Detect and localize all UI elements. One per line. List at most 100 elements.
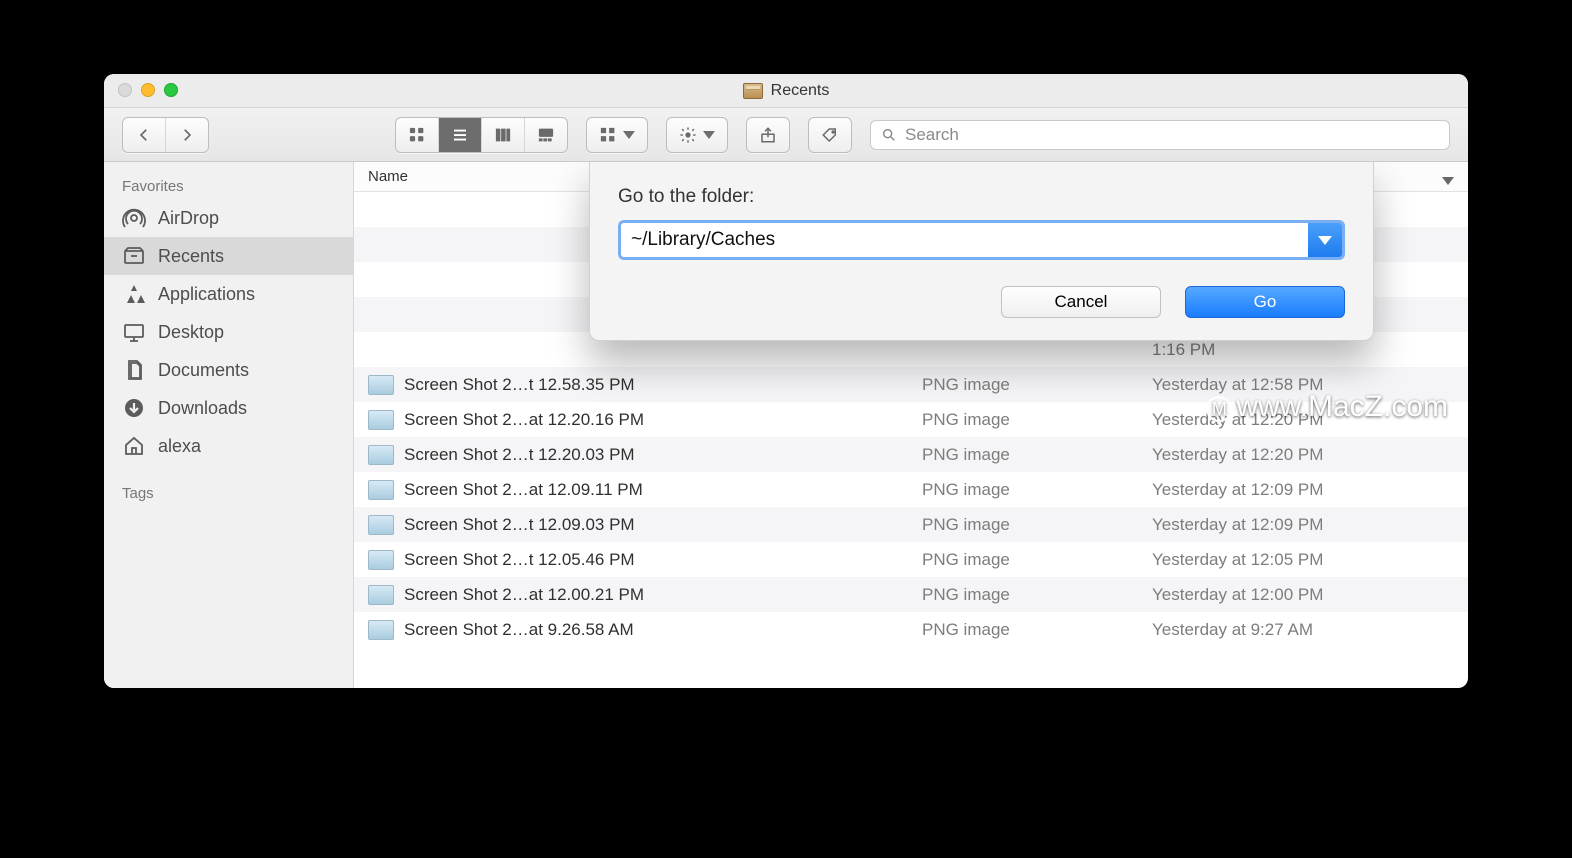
file-date-opened: Yesterday at 12:05 PM xyxy=(1138,550,1468,570)
table-row[interactable]: Screen Shot 2…t 12.09.03 PMPNG imageYest… xyxy=(354,507,1468,542)
file-name: Screen Shot 2…at 12.00.21 PM xyxy=(404,585,644,605)
sidebar-item-label: Desktop xyxy=(158,322,224,343)
folder-path-input[interactable] xyxy=(621,223,1308,257)
file-date-opened: Yesterday at 12:09 PM xyxy=(1138,515,1468,535)
file-date-opened: Yesterday at 9:27 AM xyxy=(1138,620,1468,640)
sidebar-item-applications[interactable]: Applications xyxy=(104,275,353,313)
file-date-opened: Yesterday at 12:58 PM xyxy=(1138,375,1468,395)
window-title: Recents xyxy=(771,82,830,100)
file-thumbnail-icon xyxy=(368,585,394,605)
file-kind: PNG image xyxy=(908,620,1138,640)
back-button[interactable] xyxy=(123,118,166,152)
icon-view-button[interactable] xyxy=(396,118,439,152)
folder-path-field xyxy=(618,220,1345,260)
section-favorites: Favorites xyxy=(104,172,353,199)
table-row[interactable]: Screen Shot 2…at 12.00.21 PM PNG imageYes… xyxy=(354,577,1468,612)
file-thumbnail-icon xyxy=(368,620,394,640)
documents-icon xyxy=(122,358,146,382)
go-button[interactable]: Go xyxy=(1185,286,1345,318)
action-menu xyxy=(666,117,728,153)
sheet-title: Go to the folder: xyxy=(618,186,1345,208)
file-kind: PNG image xyxy=(908,445,1138,465)
sidebar-item-label: Documents xyxy=(158,360,249,381)
sidebar-item-label: Recents xyxy=(158,246,224,267)
sidebar-item-label: Downloads xyxy=(158,398,247,419)
toolbar: Search xyxy=(104,108,1468,162)
chevron-down-icon xyxy=(623,131,635,139)
action-button[interactable] xyxy=(667,118,727,152)
file-list: Name Kind pened 2:31 PM2:10 PM1:43 PM1:2… xyxy=(354,162,1468,688)
file-date-opened: Yesterday at 12:09 PM xyxy=(1138,480,1468,500)
table-row[interactable]: Screen Shot 2…at 12.09.11 PMPNG imageYes… xyxy=(354,472,1468,507)
home-icon xyxy=(122,434,146,458)
file-thumbnail-icon xyxy=(368,515,394,535)
file-thumbnail-icon xyxy=(368,410,394,430)
sidebar-item-documents[interactable]: Documents xyxy=(104,351,353,389)
path-history-dropdown[interactable] xyxy=(1308,223,1342,257)
gallery-view-button[interactable] xyxy=(525,118,567,152)
window-controls xyxy=(118,83,178,97)
table-row[interactable]: Screen Shot 2…at 12.20.16 PM PNG imageYes… xyxy=(354,402,1468,437)
chevron-down-icon xyxy=(703,131,715,139)
nav-back-forward xyxy=(122,117,209,153)
sidebar-item-desktop[interactable]: Desktop xyxy=(104,313,353,351)
body: Favorites AirDrop Recents Applications Desk… xyxy=(104,162,1468,688)
airdrop-icon xyxy=(122,206,146,230)
file-name: Screen Shot 2…at 9.26.58 AM xyxy=(404,620,634,640)
sidebar: Favorites AirDrop Recents Applications Desk… xyxy=(104,162,354,688)
sort-descending-icon xyxy=(1442,177,1454,185)
file-name: Screen Shot 2…at 12.20.16 PM xyxy=(404,410,644,430)
minimize-button[interactable] xyxy=(141,83,155,97)
finder-window: Recents Search Favorites xyxy=(104,74,1468,688)
file-kind: PNG image xyxy=(908,550,1138,570)
file-kind: PNG image xyxy=(908,410,1138,430)
window-title-wrap: Recents xyxy=(743,82,830,100)
search-field[interactable]: Search xyxy=(870,120,1450,150)
file-thumbnail-icon xyxy=(368,480,394,500)
file-date-opened: Yesterday at 12:20 PM xyxy=(1138,410,1468,430)
table-row[interactable]: Screen Shot 2…t 12.05.46 PM PNG imageYest… xyxy=(354,542,1468,577)
sidebar-item-label: AirDrop xyxy=(158,208,219,229)
file-name: Screen Shot 2…t 12.58.35 PM xyxy=(404,375,635,395)
sidebar-item-alexa[interactable]: alexa xyxy=(104,427,353,465)
file-date-opened: Yesterday at 12:00 PM xyxy=(1138,585,1468,605)
table-row[interactable]: Screen Shot 2…t 12.20.03 PMPNG imageYest… xyxy=(354,437,1468,472)
file-thumbnail-icon xyxy=(368,375,394,395)
file-kind: PNG image xyxy=(908,375,1138,395)
search-placeholder: Search xyxy=(905,125,959,145)
search-icon xyxy=(881,127,897,143)
sidebar-item-label: Applications xyxy=(158,284,255,305)
column-view-button[interactable] xyxy=(482,118,525,152)
sidebar-item-recents[interactable]: Recents xyxy=(104,237,353,275)
sidebar-item-label: alexa xyxy=(158,436,201,457)
recents-icon xyxy=(122,244,146,268)
close-button[interactable] xyxy=(118,83,132,97)
tags-button[interactable] xyxy=(809,118,851,152)
go-to-folder-sheet: Go to the folder: Cancel Go xyxy=(589,162,1374,341)
recents-title-icon xyxy=(743,83,763,99)
cancel-button[interactable]: Cancel xyxy=(1001,286,1161,318)
file-kind: PNG image xyxy=(908,585,1138,605)
downloads-icon xyxy=(122,396,146,420)
maximize-button[interactable] xyxy=(164,83,178,97)
share-button[interactable] xyxy=(747,118,789,152)
file-kind: PNG image xyxy=(908,515,1138,535)
file-date-opened: 1:16 PM xyxy=(1138,340,1468,360)
file-date-opened: Yesterday at 12:20 PM xyxy=(1138,445,1468,465)
view-mode xyxy=(395,117,568,153)
sidebar-item-airdrop[interactable]: AirDrop xyxy=(104,199,353,237)
group-by-button[interactable] xyxy=(587,118,647,152)
sheet-buttons: Cancel Go xyxy=(618,286,1345,318)
file-name: Screen Shot 2…at 12.09.11 PM xyxy=(404,480,643,500)
sidebar-item-downloads[interactable]: Downloads xyxy=(104,389,353,427)
titlebar: Recents xyxy=(104,74,1468,108)
table-row[interactable]: Screen Shot 2…t 12.58.35 PM PNG imageYest… xyxy=(354,367,1468,402)
file-thumbnail-icon xyxy=(368,550,394,570)
forward-button[interactable] xyxy=(166,118,208,152)
file-thumbnail-icon xyxy=(368,445,394,465)
desktop-icon xyxy=(122,320,146,344)
section-tags: Tags xyxy=(104,479,353,506)
list-view-button[interactable] xyxy=(439,118,482,152)
table-row[interactable]: Screen Shot 2…at 9.26.58 AM PNG imageYest… xyxy=(354,612,1468,647)
file-name: Screen Shot 2…t 12.05.46 PM xyxy=(404,550,635,570)
